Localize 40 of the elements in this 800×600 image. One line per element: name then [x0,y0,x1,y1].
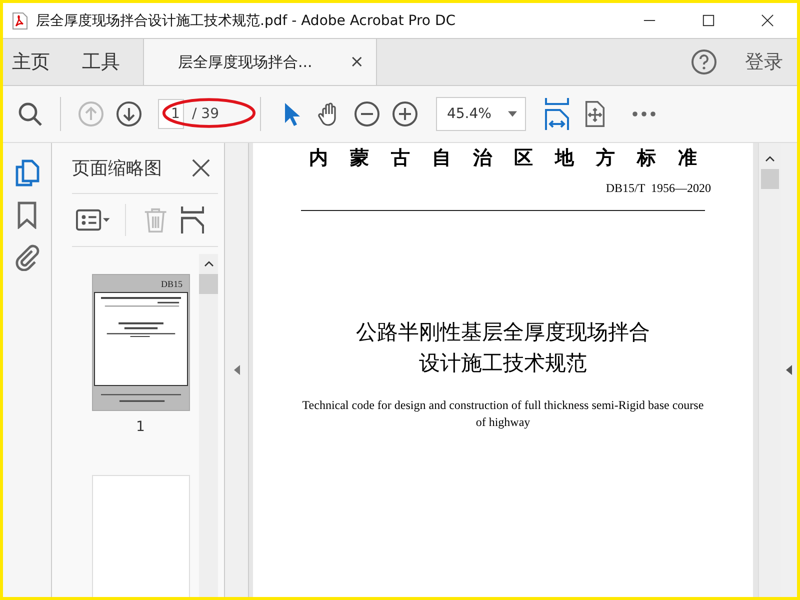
expand-arrow-icon[interactable] [786,365,792,375]
thumbnail-text: DB15 [160,278,182,288]
panel-title: 页面缩略图 [72,157,162,180]
scrollbar-thumb[interactable] [199,274,218,294]
nav-tab[interactable]: 工具 [73,39,129,85]
thumbnail-label: 1 [136,419,145,435]
page-extract-icon[interactable] [180,206,204,234]
document-code: DB15/T 1956—2020 [606,181,711,196]
window-title: 层全厚度现场拌合设计施工技术规范.pdf - Adobe Acrobat Pro DC [36,12,456,30]
scroll-up-icon[interactable] [204,261,214,267]
scrollbar-thumb[interactable] [761,169,779,189]
help-icon[interactable] [691,49,717,75]
pdf-file-icon [12,12,28,30]
document-tab[interactable]: 层全厚度现场拌合... × [143,39,377,85]
search-icon[interactable] [17,101,43,127]
document-header: 内蒙古自治区地方标准 [309,146,719,171]
document-title: 设计施工技术规范 [419,350,587,377]
page-count: / 39 [191,106,220,122]
fit-width-icon[interactable] [544,98,570,130]
tab-close-button[interactable]: × [346,52,368,72]
collapse-arrow-icon[interactable] [234,365,240,375]
zoom-in-icon[interactable] [392,101,418,127]
tab-label[interactable]: 层全厚度现场拌合... [178,52,312,72]
scroll-up-icon[interactable] [765,156,775,162]
close-icon[interactable] [192,159,210,177]
pages-icon[interactable] [14,159,40,187]
english-title: Technical code for design and construction of full thickness semi-Rigid base course of highway [301,397,705,431]
nav-tab[interactable]: 主页 [3,39,59,85]
zoom-dropdown[interactable]: 45.4% [436,97,526,131]
caret-icon [508,111,517,117]
page-thumbnail[interactable] [92,475,190,597]
document-title: 公路半刚性基层全厚度现场拌合 [356,319,650,346]
zoom-out-icon[interactable] [354,101,380,127]
next-page-icon[interactable] [116,101,142,127]
more-icon[interactable] [632,111,656,117]
paperclip-icon[interactable] [14,243,40,271]
list-options-icon[interactable] [76,208,111,232]
page-thumbnail[interactable]: DB15 [92,274,190,411]
login-button[interactable]: 登录 [737,39,797,85]
zoom-value: 45.4% [446,106,492,122]
